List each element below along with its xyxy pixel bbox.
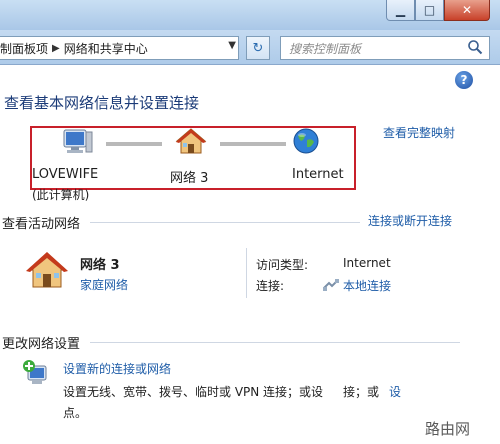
help-icon[interactable]: ? — [455, 71, 473, 89]
search-placeholder: 搜索控制面板 — [289, 42, 362, 56]
computer-label: LOVEWIFE — [32, 167, 99, 182]
globe-icon[interactable] — [292, 127, 320, 155]
divider — [246, 248, 247, 298]
access-type-label: 访问类型: — [256, 258, 309, 272]
search-icon[interactable] — [467, 39, 483, 55]
setup-description: 设置无线、宽带、拨号、临时或 VPN 连接；或设 — [63, 385, 324, 399]
new-connection-icon — [23, 360, 47, 384]
page-title: 查看基本网络信息并设置连接 — [4, 94, 200, 112]
link-line — [220, 142, 286, 146]
access-type-value: Internet — [343, 256, 391, 270]
window-controls: ▁ □ ✕ — [386, 0, 490, 22]
breadcrumb-control-panel-items[interactable]: 制面板项 — [0, 40, 48, 57]
view-full-map-link[interactable]: 查看完整映射 — [383, 124, 455, 141]
computer-icon[interactable] — [62, 127, 94, 155]
refresh-icon: ↻ — [252, 40, 264, 56]
address-bar[interactable]: 制面板项 ▶ 网络和共享中心 ▼ — [0, 36, 239, 60]
setup-description-end: 点。 — [63, 406, 88, 420]
maximize-button[interactable]: □ — [415, 0, 444, 21]
house-icon[interactable] — [175, 127, 207, 155]
connection-label: 连接: — [256, 279, 285, 293]
search-input[interactable]: 搜索控制面板 — [280, 36, 490, 60]
house-icon — [26, 252, 68, 288]
network-name: 网络 3 — [80, 258, 120, 273]
local-connection-icon — [323, 279, 339, 291]
change-settings-heading: 更改网络设置 — [2, 337, 81, 352]
navigation-bar: 制面板项 ▶ 网络和共享中心 ▼ ↻ 搜索控制面板 — [0, 30, 500, 65]
network-map-label: 网络 3 — [170, 171, 209, 186]
title-bar: ▁ □ ✕ — [0, 0, 500, 30]
chevron-down-icon[interactable]: ▼ — [228, 40, 236, 51]
close-button[interactable]: ✕ — [444, 0, 490, 21]
link-line — [106, 142, 162, 146]
watermark: 路由网 — [425, 420, 471, 438]
connect-disconnect-link[interactable]: 连接或断开连接 — [368, 212, 452, 229]
section-divider — [90, 342, 460, 343]
minimize-button[interactable]: ▁ — [386, 0, 415, 21]
section-divider — [90, 222, 360, 223]
setup-connection-link[interactable]: 设置新的连接或网络 — [63, 360, 171, 377]
active-networks-heading: 查看活动网络 — [2, 217, 81, 232]
computer-sublabel: (此计算机) — [32, 188, 90, 202]
home-network-link[interactable]: 家庭网络 — [80, 276, 128, 293]
breadcrumb-chevron-icon[interactable]: ▶ — [52, 43, 60, 54]
setup-description-cont: 接；或 — [343, 385, 380, 399]
breadcrumb-network-center[interactable]: 网络和共享中心 — [64, 40, 148, 57]
local-connection-link[interactable]: 本地连接 — [343, 277, 391, 294]
internet-label: Internet — [292, 167, 344, 182]
refresh-button[interactable]: ↻ — [246, 36, 270, 60]
setup-description-link[interactable]: 设 — [389, 383, 401, 400]
